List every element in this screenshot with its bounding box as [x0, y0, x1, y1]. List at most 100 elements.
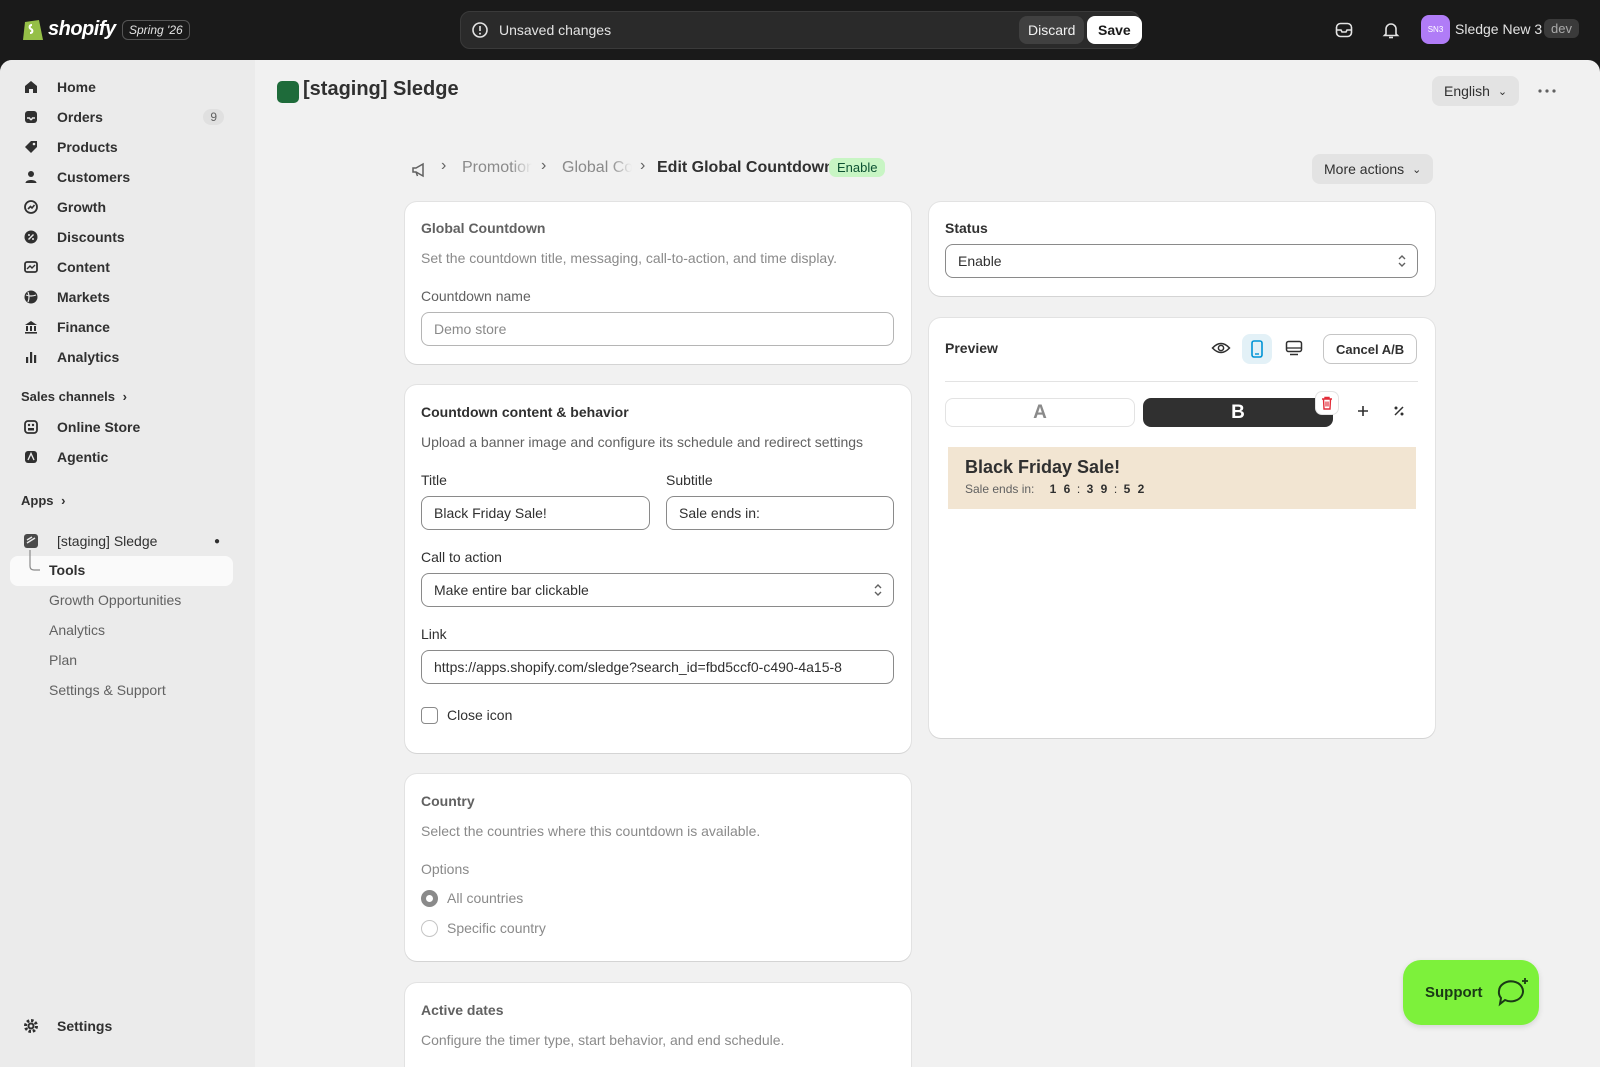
- language-label: English: [1444, 83, 1490, 99]
- timer-digit: 3: [1086, 482, 1094, 496]
- sidebar-item-content[interactable]: Content: [10, 252, 232, 282]
- eye-icon[interactable]: [1211, 340, 1231, 359]
- sidebar-item-home[interactable]: Home: [10, 72, 232, 102]
- countdown-timer: 1 6 : 3 9 : 5 2: [1046, 482, 1148, 496]
- discard-button[interactable]: Discard: [1019, 16, 1085, 44]
- support-label: Support: [1425, 984, 1483, 1001]
- sub-item-plan[interactable]: Plan: [49, 652, 77, 668]
- global-countdown-card: Global Countdown Set the countdown title…: [405, 202, 911, 364]
- sidebar-item-online-store[interactable]: Online Store: [10, 412, 232, 442]
- title-input[interactable]: Black Friday Sale!: [421, 496, 650, 530]
- desktop-view-icon[interactable]: [1285, 340, 1303, 359]
- status-select[interactable]: Enable: [945, 244, 1418, 278]
- sidebar-item-finance[interactable]: Finance: [10, 312, 232, 342]
- language-select[interactable]: English ⌄: [1432, 76, 1520, 106]
- card-description: Select the countries where this countdow…: [421, 823, 761, 839]
- orders-count-badge: 9: [203, 109, 224, 125]
- add-variant-icon[interactable]: [1356, 404, 1370, 421]
- tree-connector-icon: [29, 550, 40, 571]
- more-menu-icon[interactable]: [1533, 77, 1561, 105]
- chat-bubble-icon: [1497, 977, 1528, 1006]
- sidebar-item-sledge-app[interactable]: [staging] Sledge ●: [10, 526, 232, 556]
- percent-icon[interactable]: [1392, 404, 1406, 421]
- page-title: [staging] Sledge: [303, 78, 459, 100]
- sidebar-item-analytics[interactable]: Analytics: [10, 342, 232, 372]
- env-badge: dev: [1544, 19, 1579, 38]
- subtitle-input[interactable]: Sale ends in:: [666, 496, 894, 530]
- timer-digit: 6: [1063, 482, 1071, 496]
- countdown-name-input[interactable]: Demo store: [421, 312, 894, 346]
- sidebar-item-products[interactable]: Products: [10, 132, 232, 162]
- sidebar: Home Orders 9 Products Customers Growth …: [0, 60, 255, 1067]
- sub-item-settings-support[interactable]: Settings & Support: [49, 682, 166, 698]
- more-actions-button[interactable]: More actions ⌄: [1312, 154, 1434, 184]
- active-dates-card: Active dates Configure the timer type, s…: [405, 983, 911, 1067]
- sidebar-item-growth[interactable]: Growth: [10, 192, 232, 222]
- radio-all-countries-label: All countries: [447, 890, 524, 906]
- preview-card: Preview Cancel A/B A B: [929, 318, 1435, 738]
- save-button[interactable]: Save: [1087, 16, 1142, 44]
- radio-all-countries[interactable]: [421, 890, 438, 907]
- sidebar-item-label: Orders: [57, 109, 103, 125]
- breadcrumb-promotion[interactable]: Promotion: [462, 159, 532, 177]
- card-title: Countdown content & behavior: [421, 404, 629, 420]
- status-badge: Enable: [829, 158, 886, 177]
- close-icon-checkbox[interactable]: [421, 707, 438, 724]
- sidebar-item-label: Markets: [57, 289, 110, 305]
- breadcrumb-current: Edit Global Countdown: [657, 159, 834, 176]
- cta-select[interactable]: Make entire bar clickable: [421, 573, 894, 607]
- link-input[interactable]: https://apps.shopify.com/sledge?search_i…: [421, 650, 894, 684]
- top-bar: shopify Spring '26 Unsaved changes Disca…: [0, 0, 1600, 60]
- content-behavior-card: Countdown content & behavior Upload a ba…: [405, 385, 911, 753]
- shopify-logo[interactable]: shopify: [22, 16, 116, 42]
- delete-variant-icon[interactable]: [1316, 392, 1338, 414]
- sales-channels-heading[interactable]: Sales channels ›: [21, 389, 127, 404]
- bank-icon: [22, 318, 40, 336]
- apps-heading[interactable]: Apps ›: [21, 493, 65, 508]
- chevron-down-icon: ⌄: [1497, 85, 1508, 98]
- support-button[interactable]: Support: [1403, 960, 1539, 1025]
- sales-channels-label: Sales channels: [21, 389, 115, 404]
- edition-badge[interactable]: Spring '26: [122, 20, 190, 40]
- sidebar-item-discounts[interactable]: Discounts: [10, 222, 232, 252]
- sidebar-item-orders[interactable]: Orders 9: [10, 102, 232, 132]
- chevron-right-icon: ›: [122, 389, 127, 404]
- megaphone-icon[interactable]: [411, 161, 429, 182]
- breadcrumb-global-countdown[interactable]: Global Countdown: [562, 159, 632, 177]
- countdown-bar-preview[interactable]: Black Friday Sale! Sale ends in: 1 6 : 3…: [948, 447, 1416, 509]
- close-icon-label: Close icon: [447, 707, 513, 723]
- sub-item-tools[interactable]: Tools: [49, 562, 85, 578]
- sidebar-item-agentic[interactable]: Agentic: [10, 442, 232, 472]
- timer-digit: 1: [1049, 482, 1057, 496]
- bell-icon[interactable]: [1379, 18, 1403, 42]
- sub-item-growth-opportunities[interactable]: Growth Opportunities: [49, 592, 181, 608]
- sidebar-sub-item-tools[interactable]: [10, 556, 233, 586]
- sub-item-analytics[interactable]: Analytics: [49, 622, 105, 638]
- unsaved-changes-text: Unsaved changes: [499, 22, 612, 38]
- radio-specific-country[interactable]: [421, 920, 438, 937]
- apps-label: Apps: [21, 493, 54, 508]
- variant-a-tab[interactable]: A: [945, 398, 1135, 427]
- options-label: Options: [421, 861, 470, 877]
- inbox-icon[interactable]: [1332, 18, 1356, 42]
- divider: [945, 381, 1418, 382]
- cancel-ab-label: Cancel A/B: [1336, 341, 1405, 357]
- card-description: Set the countdown title, messaging, call…: [421, 250, 838, 266]
- cancel-ab-button[interactable]: Cancel A/B: [1323, 334, 1418, 364]
- link-label: Link: [421, 626, 447, 642]
- avatar[interactable]: SN3: [1421, 15, 1450, 44]
- sidebar-item-markets[interactable]: Markets: [10, 282, 232, 312]
- content-icon: [22, 258, 40, 276]
- timer-separator: :: [1076, 482, 1081, 496]
- growth-icon: [22, 198, 40, 216]
- variant-b-tab[interactable]: B: [1143, 398, 1333, 427]
- sidebar-item-settings[interactable]: Settings: [10, 1011, 232, 1041]
- sledge-app-icon: [22, 532, 40, 550]
- sidebar-item-customers[interactable]: Customers: [10, 162, 232, 192]
- tag-icon: [22, 138, 40, 156]
- sledge-app-logo: [277, 81, 299, 103]
- mobile-view-icon[interactable]: [1242, 334, 1272, 364]
- select-arrows-icon: [1398, 255, 1406, 267]
- store-name[interactable]: Sledge New 3: [1455, 21, 1542, 37]
- sidebar-item-label: Online Store: [57, 419, 141, 435]
